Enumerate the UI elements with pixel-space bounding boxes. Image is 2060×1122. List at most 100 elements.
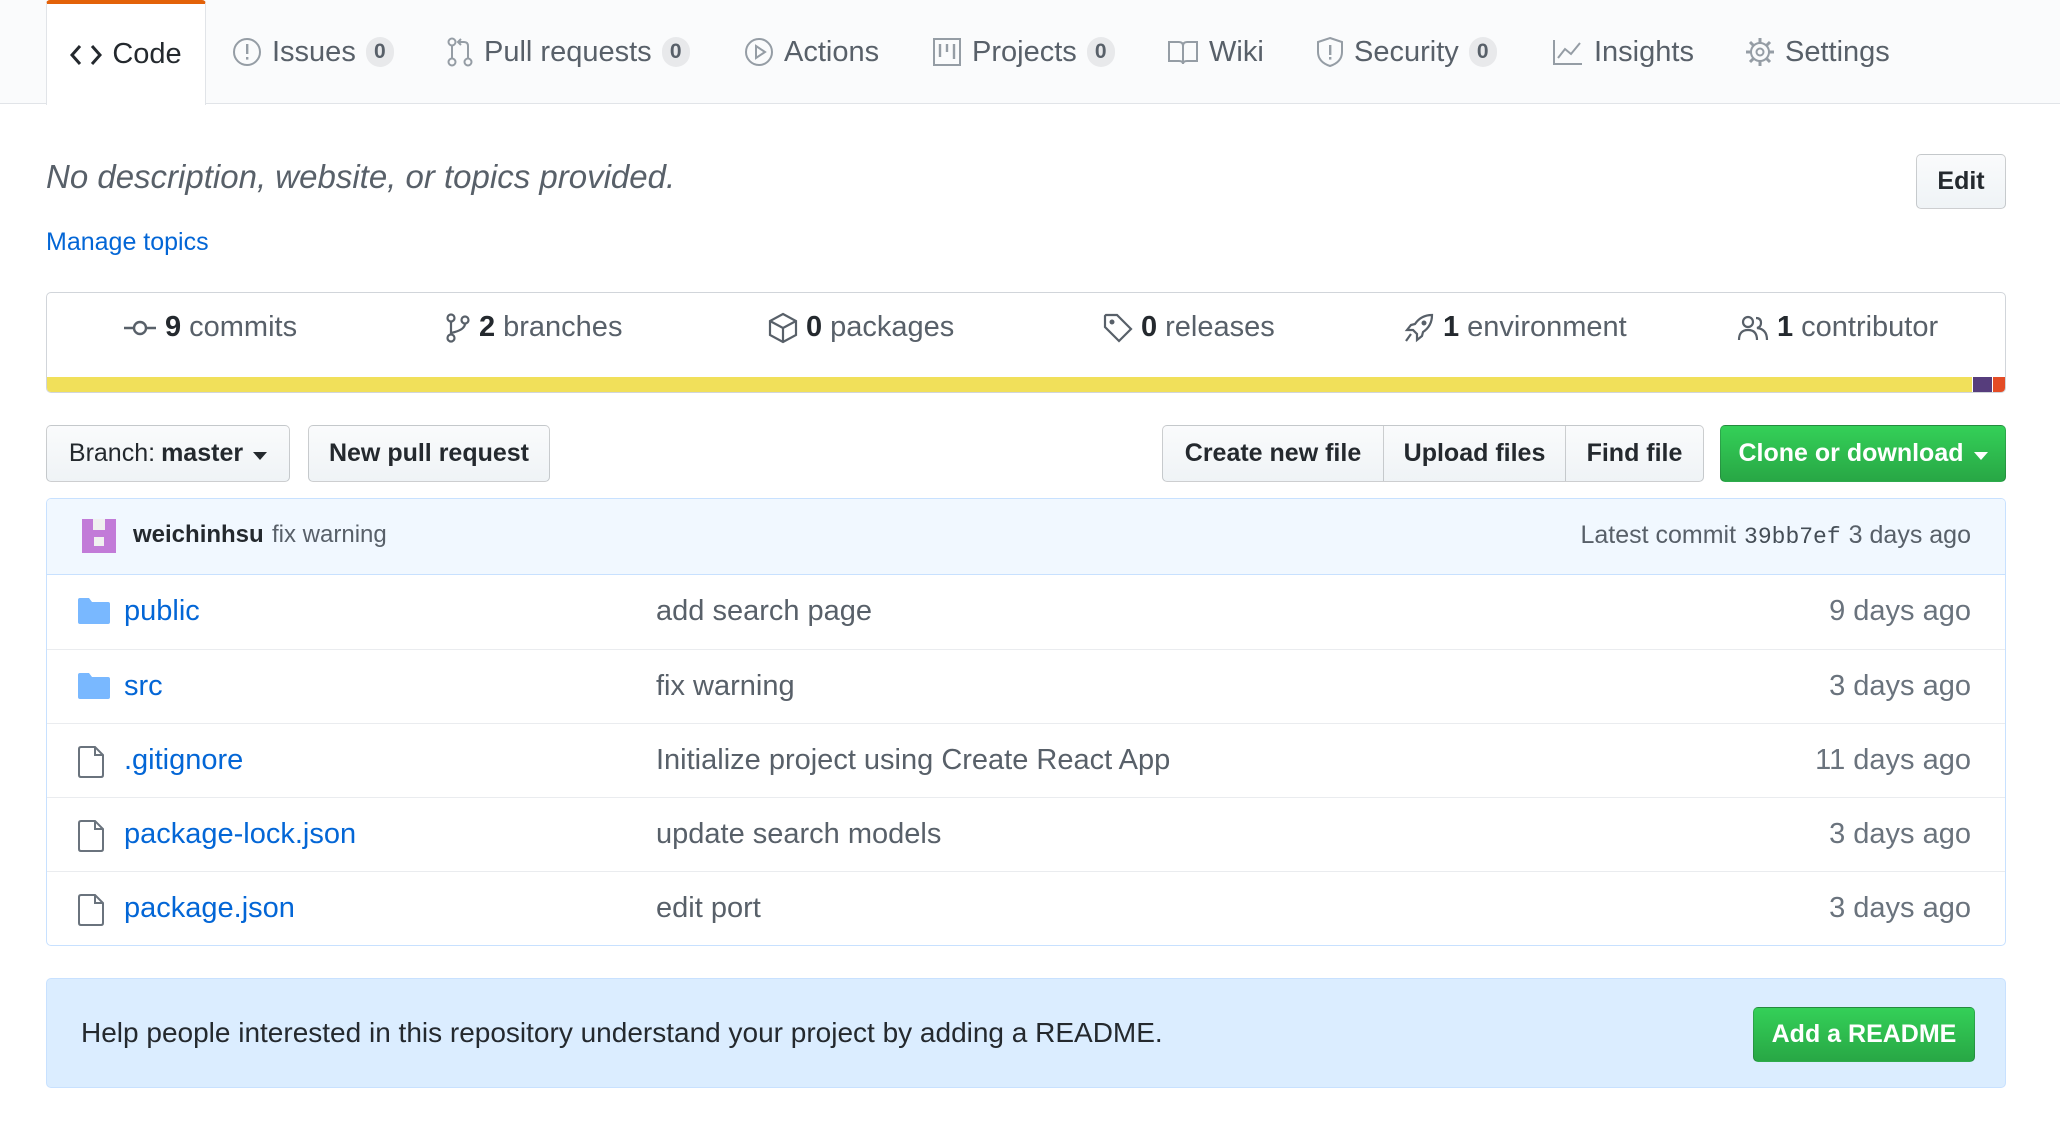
contributors-link[interactable]: 1 contributor xyxy=(1737,311,1938,344)
project-icon xyxy=(932,37,962,67)
repo-description: No description, website, or topics provi… xyxy=(46,158,676,195)
latest-commit-info: Latest commit 39bb7ef 3 days ago xyxy=(1580,521,1971,550)
table-row: src fix warning 3 days ago xyxy=(47,649,2005,723)
tab-wiki[interactable]: Wiki xyxy=(1167,0,1264,104)
file-table: weichinhsu fix warning Latest commit 39bb… xyxy=(46,498,2006,946)
package-icon xyxy=(768,312,798,344)
tab-security[interactable]: Security 0 xyxy=(1316,0,1497,104)
upload-files-button[interactable]: Upload files xyxy=(1383,425,1566,482)
environments-label: environment xyxy=(1467,311,1627,343)
book-icon xyxy=(1167,38,1199,66)
table-row: .gitignore Initialize project using Crea… xyxy=(47,723,2005,797)
branch-select-button[interactable]: Branch: master xyxy=(46,425,290,482)
pull-requests-counter: 0 xyxy=(661,37,690,67)
file-age: 3 days ago xyxy=(1829,670,1971,702)
rocket-icon xyxy=(1403,312,1435,344)
avatar[interactable] xyxy=(82,519,116,553)
releases-label: releases xyxy=(1165,311,1275,343)
packages-count: 0 xyxy=(806,311,823,343)
tag-icon xyxy=(1103,313,1133,343)
environments-count: 1 xyxy=(1443,311,1460,343)
table-row: package.json edit port 3 days ago xyxy=(47,871,2005,945)
language-bar[interactable] xyxy=(47,377,2005,392)
tab-projects[interactable]: Projects 0 xyxy=(932,0,1115,104)
readme-banner: Help people interested in this repositor… xyxy=(46,978,2006,1088)
clone-or-download-button[interactable]: Clone or download xyxy=(1720,425,2006,482)
tab-label: Code xyxy=(112,38,182,70)
clone-label: Clone or download xyxy=(1738,439,1964,467)
folder-icon xyxy=(77,672,111,705)
branches-link[interactable]: 2 branches xyxy=(445,311,622,344)
environments-link[interactable]: 1 environment xyxy=(1403,311,1627,344)
file-commit-message-link[interactable]: add search page xyxy=(656,595,872,628)
file-age: 11 days ago xyxy=(1815,744,1971,776)
tab-pull-requests[interactable]: Pull requests 0 xyxy=(446,0,690,104)
file-name-link[interactable]: .gitignore xyxy=(124,744,243,777)
commit-icon xyxy=(123,318,157,338)
tab-label: Wiki xyxy=(1209,35,1264,68)
manage-topics-link[interactable]: Manage topics xyxy=(46,228,209,257)
language-segment xyxy=(47,377,1972,392)
folder-icon xyxy=(77,597,111,630)
issues-counter: 0 xyxy=(365,37,394,67)
commit-sha-link[interactable]: 39bb7ef xyxy=(1744,524,1841,550)
commit-message-link[interactable]: fix warning xyxy=(272,521,387,549)
contributors-count: 1 xyxy=(1777,311,1794,343)
readme-prompt-text: Help people interested in this repositor… xyxy=(81,1017,1163,1048)
file-name-link[interactable]: public xyxy=(124,595,200,628)
graph-icon xyxy=(1552,38,1584,66)
file-age: 3 days ago xyxy=(1829,818,1971,850)
tab-issues[interactable]: Issues 0 xyxy=(232,0,394,104)
packages-link[interactable]: 0 packages xyxy=(768,311,954,344)
play-icon xyxy=(744,37,774,67)
tab-label: Settings xyxy=(1785,35,1890,68)
tab-label: Actions xyxy=(784,35,880,68)
file-name-link[interactable]: src xyxy=(124,670,163,703)
contributors-label: contributor xyxy=(1801,311,1939,343)
tab-code[interactable]: Code xyxy=(46,0,206,105)
branches-count: 2 xyxy=(479,311,496,343)
file-name-link[interactable]: package-lock.json xyxy=(124,818,356,851)
tab-label: Pull requests xyxy=(484,35,652,68)
latest-commit-label: Latest commit xyxy=(1580,521,1737,549)
releases-link[interactable]: 0 releases xyxy=(1103,311,1275,344)
file-icon xyxy=(77,746,105,783)
file-commit-message-link[interactable]: fix warning xyxy=(656,670,795,703)
repo-nav-tabs: Code Issues 0 Pull requests 0 Actions Pr… xyxy=(0,0,2060,105)
tab-label: Security xyxy=(1354,35,1459,68)
table-row: public add search page 9 days ago xyxy=(47,575,2005,649)
file-age: 3 days ago xyxy=(1829,892,1971,924)
commits-count: 9 xyxy=(165,311,182,343)
tab-label: Projects xyxy=(972,35,1077,68)
create-new-file-button[interactable]: Create new file xyxy=(1162,425,1384,482)
commits-link[interactable]: 9 commits xyxy=(123,311,297,344)
commits-label: commits xyxy=(189,311,298,343)
file-age: 9 days ago xyxy=(1829,595,1971,627)
tab-actions[interactable]: Actions xyxy=(744,0,879,104)
dropdown-caret-icon xyxy=(1973,451,1988,460)
add-readme-button[interactable]: Add a README xyxy=(1753,1007,1975,1062)
tab-insights[interactable]: Insights xyxy=(1552,0,1694,104)
repo-summary: 9 commits 2 branches 0 packages 0 releas… xyxy=(46,292,2006,393)
tab-settings[interactable]: Settings xyxy=(1745,0,1890,104)
file-name-link[interactable]: package.json xyxy=(124,892,295,925)
branches-label: branches xyxy=(503,311,623,343)
edit-button[interactable]: Edit xyxy=(1916,154,2006,209)
packages-label: packages xyxy=(830,311,955,343)
pull-request-icon xyxy=(446,36,474,68)
file-commit-message-link[interactable]: update search models xyxy=(656,818,941,851)
file-icon xyxy=(77,820,105,857)
commit-author-link[interactable]: weichinhsu xyxy=(133,521,264,549)
code-icon xyxy=(70,43,103,67)
branch-icon xyxy=(445,312,471,344)
file-commit-message-link[interactable]: edit port xyxy=(656,892,761,925)
language-segment xyxy=(1971,377,1993,392)
file-commit-message-link[interactable]: Initialize project using Create React Ap… xyxy=(656,744,1170,777)
branch-prefix: Branch: xyxy=(68,439,156,467)
shield-icon xyxy=(1316,36,1344,68)
tab-label: Insights xyxy=(1594,35,1694,68)
latest-commit-bar: weichinhsu fix warning Latest commit 39bb… xyxy=(47,499,2005,575)
projects-counter: 0 xyxy=(1086,37,1115,67)
find-file-button[interactable]: Find file xyxy=(1565,425,1704,482)
new-pull-request-button[interactable]: New pull request xyxy=(308,425,550,482)
